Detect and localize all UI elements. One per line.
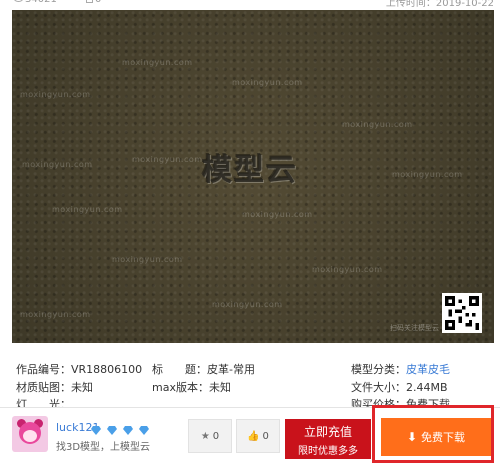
watermark: moxingyun.com [22, 160, 93, 169]
star-icon: ★ [200, 430, 210, 442]
watermark: moxingyun.com [392, 170, 463, 179]
download-icon [86, 0, 93, 3]
watermark: moxingyun.com [312, 265, 383, 274]
model-detail-page: 34021 0 上传时间：2019-10-22 moxingyun.com mo… [0, 0, 500, 466]
site-logo-watermark: 模型云 [202, 153, 298, 188]
watermark: moxingyun.com [342, 120, 413, 129]
info-max-version: max版本：未知 [152, 381, 231, 394]
thumbs-up-icon: 👍 [247, 430, 260, 442]
recharge-button[interactable]: 立即充值 限时优惠多多 [285, 419, 371, 459]
avatar[interactable] [12, 416, 48, 452]
watermark: moxingyun.com [132, 155, 203, 164]
eye-icon [14, 0, 23, 2]
info-material: 材质贴图：未知 [16, 381, 93, 394]
watermark: moxingyun.com [112, 255, 183, 264]
watermark: moxingyun.com [20, 310, 91, 319]
info-category: 模型分类：皮革皮毛 [351, 363, 450, 376]
diamond-icon [139, 426, 150, 435]
watermark: moxingyun.com [122, 58, 193, 67]
favorite-button[interactable]: ★ 0 [188, 419, 232, 453]
download-arrow-icon: ⬇ [406, 430, 418, 444]
free-download-button[interactable]: ⬇ 免费下载 [381, 418, 491, 456]
action-bar: luck121 找3D模型，上模型云 ★ 0 👍 0 立即充值 限时优惠多多 ⬇ 免… [0, 405, 500, 466]
texture-preview-image[interactable]: moxingyun.com moxingyun.com moxingyun.co… [12, 10, 494, 343]
watermark: moxingyun.com [232, 78, 303, 87]
stats-bar: 34021 0 上传时间：2019-10-22 [0, 0, 500, 8]
user-tagline: 找3D模型，上模型云 [56, 442, 151, 453]
qr-code-icon [442, 293, 482, 333]
like-button[interactable]: 👍 0 [236, 419, 280, 453]
watermark: moxingyun.com [212, 300, 283, 309]
diamond-icon [107, 426, 118, 435]
category-link[interactable]: 皮革皮毛 [406, 363, 450, 376]
watermark: moxingyun.com [20, 90, 91, 99]
qr-caption: 扫码关注模型云 [390, 324, 439, 332]
watermark: moxingyun.com [242, 210, 313, 219]
views-count: 34021 [14, 0, 57, 5]
info-id: 作品编号：VR18806100 [16, 363, 143, 376]
info-filesize: 文件大小：2.44MB [351, 381, 448, 394]
diamond-icon [91, 426, 101, 435]
watermark: moxingyun.com [52, 205, 123, 214]
upload-time: 上传时间：2019-10-22 [385, 0, 494, 8]
downloads-count: 0 [86, 0, 101, 5]
diamond-icon [123, 426, 134, 435]
vip-level-badges [91, 420, 150, 439]
info-title: 标 题：皮革-常用 [152, 363, 255, 376]
